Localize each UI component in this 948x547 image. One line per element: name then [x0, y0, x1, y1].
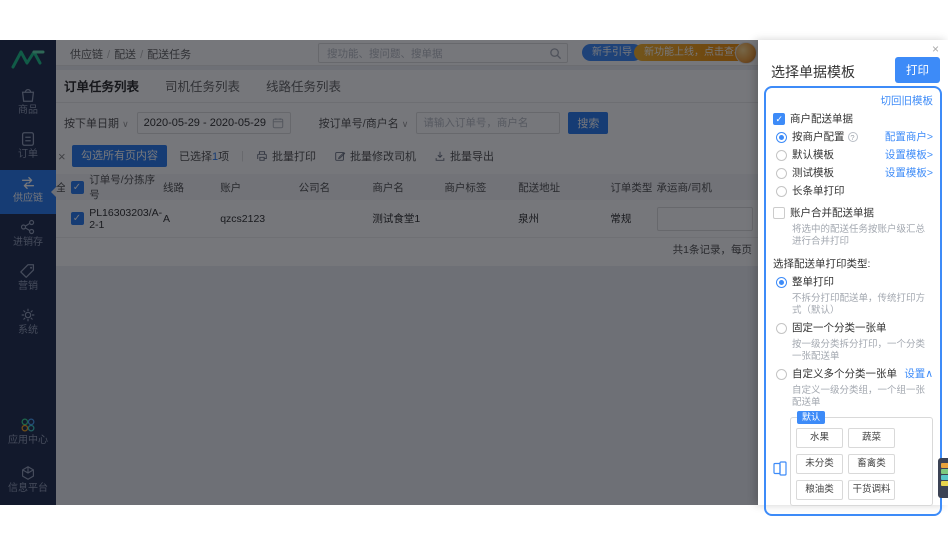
fixed-category-desc: 按一级分类拆分打印，一个分类一张配送单: [792, 339, 926, 362]
template-options-panel: 切回旧模板 商户配送单据 按商户配置 ? 配置商户> 默认模板 设置模板>: [764, 86, 942, 516]
category-tag[interactable]: 水果: [796, 428, 843, 448]
switch-old-template-link[interactable]: 切回旧模板: [881, 95, 934, 107]
caret-up-icon: ∧: [925, 368, 933, 380]
modal-dim-overlay: [0, 40, 758, 505]
radio-by-merchant-config[interactable]: [776, 131, 787, 143]
template-drawer: × 选择单据模板 打印 切回旧模板 商户配送单据 按商户配置 ? 配置商户>: [758, 40, 948, 516]
whole-print-desc: 不拆分打印配送单，传统打印方式（默认）: [792, 293, 926, 316]
category-tag[interactable]: 蔬菜: [848, 428, 895, 448]
custom-category-settings-link[interactable]: 设置∧: [904, 367, 933, 381]
merge-account-label: 账户合并配送单据: [790, 207, 874, 219]
drawer-title: 选择单据模板: [771, 64, 855, 80]
radio-whole-print[interactable]: [776, 276, 787, 288]
radio-label: 自定义多个分类一张单: [792, 368, 897, 380]
custom-category-desc: 自定义一级分类组，一个组一张配送单: [792, 385, 926, 408]
merge-account-checkbox[interactable]: [773, 207, 785, 219]
category-tag[interactable]: 干货调料: [848, 480, 895, 500]
page: 商品 订单 供应链 进销存 营销 系统: [0, 0, 948, 547]
category-tag[interactable]: 畜禽类: [848, 454, 895, 474]
category-tag[interactable]: 粮油类: [796, 480, 843, 500]
set-template-link[interactable]: 设置模板>: [885, 166, 933, 180]
radio-fixed-category-print[interactable]: [776, 322, 787, 334]
merchant-doc-label: 商户配送单据: [790, 113, 853, 125]
close-icon[interactable]: ×: [932, 42, 939, 56]
radio-custom-category-print[interactable]: [776, 368, 787, 380]
category-tags: 水果 蔬菜 未分类 畜禽类 粮油类 干货调料: [796, 428, 927, 500]
merge-account-desc: 将选中的配送任务按账户级汇总进行合并打印: [792, 224, 926, 247]
radio-label: 默认模板: [792, 149, 834, 161]
category-group-icon: [773, 461, 787, 476]
merchant-doc-checkbox[interactable]: [773, 113, 785, 126]
help-icon[interactable]: ?: [847, 132, 858, 142]
category-group-box: 默认 水果 蔬菜 未分类 畜禽类 粮油类 干货调料: [790, 411, 933, 506]
radio-label: 长条单打印: [792, 185, 845, 197]
radio-strip-print[interactable]: [776, 185, 787, 197]
configure-merchant-link[interactable]: 配置商户>: [885, 130, 933, 144]
app-window: 商品 订单 供应链 进销存 营销 系统: [0, 40, 948, 516]
radio-label: 整单打印: [792, 276, 834, 288]
category-group-section: 默认 水果 蔬菜 未分类 畜禽类 粮油类 干货调料: [773, 411, 933, 506]
radio-default-template[interactable]: [776, 149, 787, 161]
category-tag[interactable]: 未分类: [796, 454, 843, 474]
feedback-widget[interactable]: [938, 458, 948, 498]
group-badge: 默认: [797, 411, 826, 424]
print-button[interactable]: 打印: [895, 57, 940, 83]
print-type-title: 选择配送单打印类型:: [773, 258, 871, 270]
radio-test-template[interactable]: [776, 167, 787, 179]
set-template-link[interactable]: 设置模板>: [885, 148, 933, 162]
radio-label: 测试模板: [792, 167, 834, 179]
radio-label: 按商户配置: [792, 131, 845, 143]
radio-label: 固定一个分类一张单: [792, 322, 887, 334]
